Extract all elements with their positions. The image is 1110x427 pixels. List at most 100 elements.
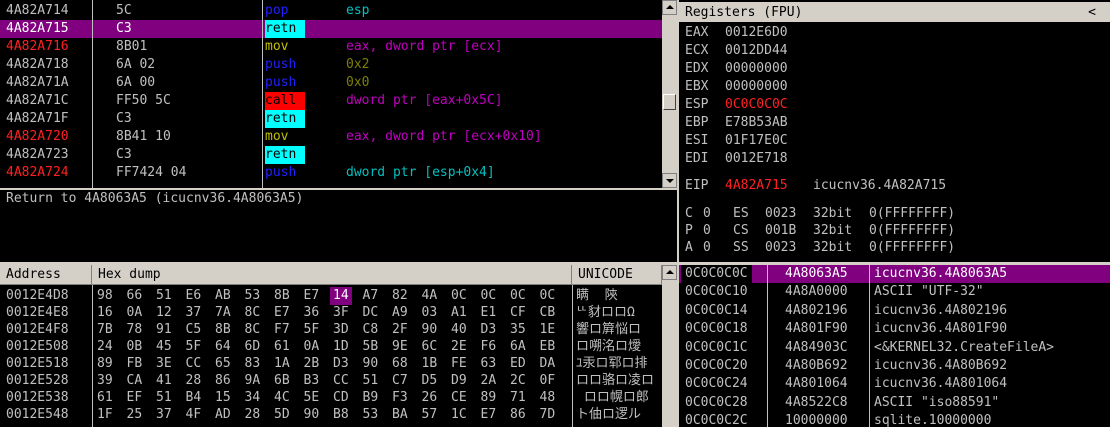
flag-row[interactable]: A 0 SS 0023 32bit 0(FFFFFFFF) xyxy=(685,239,1110,257)
dump-byte[interactable]: 39 xyxy=(97,372,113,390)
dump-byte[interactable]: 34 xyxy=(245,389,261,407)
disasm-row[interactable]: 4A82A714 5C pop esp xyxy=(0,2,662,20)
flag-row[interactable]: C 0 ES 0023 32bit 0(FFFFFFFF) xyxy=(685,205,1110,223)
dump-byte[interactable]: 0B xyxy=(127,338,143,356)
dump-byte[interactable]: A1 xyxy=(451,304,467,322)
dump-byte[interactable]: 26 xyxy=(422,389,438,407)
dump-byte[interactable]: 8B xyxy=(215,321,231,339)
dump-byte[interactable]: 90 xyxy=(304,406,320,424)
eip-register[interactable]: EIP 4A82A715 icucnv36.4A82A715 xyxy=(685,177,1110,195)
stack-row[interactable]: 0C0C0C2C 10000000 sqlite.10000000 xyxy=(679,412,1110,427)
dump-byte[interactable]: 78 xyxy=(127,321,143,339)
scroll-up-button[interactable] xyxy=(662,0,677,15)
dump-byte[interactable]: 0C xyxy=(481,287,497,305)
dump-byte[interactable]: CE xyxy=(451,389,467,407)
dump-byte[interactable]: 4C xyxy=(274,389,290,407)
dump-byte[interactable]: 0C xyxy=(540,287,556,305)
dump-byte[interactable]: 5E xyxy=(304,389,320,407)
dump-byte[interactable]: 25 xyxy=(127,406,143,424)
dump-byte[interactable]: 45 xyxy=(156,338,172,356)
dump-byte[interactable]: 37 xyxy=(186,304,202,322)
dump-byte[interactable]: 8C xyxy=(245,321,261,339)
dump-byte[interactable]: F3 xyxy=(392,389,408,407)
register-edx[interactable]: EDX 00000000 xyxy=(685,60,1110,78)
dump-byte[interactable]: 90 xyxy=(422,321,438,339)
dump-byte[interactable]: 3D xyxy=(333,321,349,339)
dump-byte[interactable]: 48 xyxy=(540,389,556,407)
stack-row[interactable]: 0C0C0C20 4A80B692 icucnv36.4A80B692 xyxy=(679,357,1110,375)
dump-byte[interactable]: 12 xyxy=(156,304,172,322)
dump-byte[interactable]: C7 xyxy=(392,372,408,390)
dump-byte[interactable]: 64 xyxy=(215,338,231,356)
dump-byte[interactable]: 5D xyxy=(274,406,290,424)
dump-byte[interactable]: DA xyxy=(540,355,556,373)
dump-byte[interactable]: 61 xyxy=(274,338,290,356)
dump-byte[interactable]: 68 xyxy=(392,355,408,373)
dump-byte[interactable]: DC xyxy=(363,304,379,322)
header-hex-dump[interactable]: Hex dump xyxy=(92,265,572,285)
dump-byte[interactable]: 63 xyxy=(481,355,497,373)
dump-byte[interactable]: 4A xyxy=(422,287,438,305)
dump-byte[interactable]: 15 xyxy=(215,389,231,407)
dump-byte[interactable]: CC xyxy=(186,355,202,373)
dump-byte[interactable]: 2F xyxy=(392,321,408,339)
dump-byte[interactable]: B3 xyxy=(304,372,320,390)
register-esp[interactable]: ESP 0C0C0C0C xyxy=(685,96,1110,114)
stack-row[interactable]: 0C0C0C18 4A801F90 icucnv36.4A801F90 xyxy=(679,320,1110,338)
dump-row[interactable]: 0012E548 1F 25 37 4F AD 28 5D 90 B8 53 BA 57 1C E7 86 7D… xyxy=(0,406,662,424)
dump-row[interactable]: 0012E518 89 FB 3E CC 65 83 1A 2B D3 90 68 1B FE 63 ED DA… xyxy=(0,355,662,373)
dump-byte[interactable]: 1C xyxy=(451,406,467,424)
dump-byte[interactable]: 53 xyxy=(363,406,379,424)
dump-byte[interactable]: 7B xyxy=(97,321,113,339)
dump-row[interactable]: 0012E508 24 0B 45 5F 64 6D 61 0A 1D 5B 9E 6C 2E F6 6A EB… xyxy=(0,338,662,356)
stack-row[interactable]: 0C0C0C0C 4A8063A5 icucnv36.4A8063A5 xyxy=(679,265,1110,283)
dump-byte[interactable]: 91 xyxy=(156,321,172,339)
dump-byte[interactable]: 03 xyxy=(422,304,438,322)
registers-collapse-button[interactable]: < xyxy=(1088,4,1096,22)
dump-byte[interactable]: 6C xyxy=(422,338,438,356)
register-eax[interactable]: EAX 0012E6D0 xyxy=(685,24,1110,42)
dump-byte[interactable]: CA xyxy=(127,372,143,390)
dump-byte[interactable]: 7D xyxy=(540,406,556,424)
dump-byte[interactable]: 1E xyxy=(540,321,556,339)
stack-row[interactable]: 0C0C0C28 4A8522C8 ASCII "iso88591" xyxy=(679,394,1110,412)
dump-byte[interactable]: 82 xyxy=(392,287,408,305)
dump-byte[interactable]: F6 xyxy=(481,338,497,356)
dump-byte[interactable]: AB xyxy=(215,287,231,305)
dump-row[interactable]: 0012E4E8 16 0A 12 37 7A 8C E7 36 3F DC A9 03 A1 E1 CF CB… xyxy=(0,304,662,322)
dump-byte[interactable]: 66 xyxy=(127,287,143,305)
dump-byte[interactable]: FB xyxy=(127,355,143,373)
header-address[interactable]: Address xyxy=(0,265,92,285)
dump-byte[interactable]: 71 xyxy=(510,389,526,407)
dump-byte[interactable]: E7 xyxy=(274,304,290,322)
disasm-row[interactable]: 4A82A71C FF50 5C call dword ptr [eax+0x5C] xyxy=(0,92,662,110)
dump-byte[interactable]: 53 xyxy=(245,287,261,305)
dump-byte[interactable]: 36 xyxy=(304,304,320,322)
dump-byte[interactable]: D3 xyxy=(481,321,497,339)
dump-byte[interactable]: 1B xyxy=(422,355,438,373)
dump-byte[interactable]: E1 xyxy=(481,304,497,322)
scroll-up-button[interactable] xyxy=(662,265,677,280)
dump-byte[interactable]: 89 xyxy=(97,355,113,373)
dump-byte[interactable]: 16 xyxy=(97,304,113,322)
disasm-row[interactable]: 4A82A716 8B01 mov eax, dword ptr [ecx] xyxy=(0,38,662,56)
dump-byte[interactable]: A9 xyxy=(392,304,408,322)
scroll-down-button[interactable] xyxy=(662,173,677,188)
dump-row[interactable]: 0012E4D8 98 66 51 E6 AB 53 8B E7 14 A7 82 4A 0C 0C 0C 0C… xyxy=(0,287,662,305)
dump-row[interactable]: 0012E528 39 CA 41 28 86 9A 6B B3 CC 51 C7 D5 D9 2A 2C 0F… xyxy=(0,372,662,390)
dump-byte[interactable]: 8C xyxy=(245,304,261,322)
stack-row[interactable]: 0C0C0C10 4A8A0000 ASCII "UTF-32" xyxy=(679,283,1110,301)
dump-byte[interactable]: 5B xyxy=(363,338,379,356)
dump-byte[interactable]: 9A xyxy=(245,372,261,390)
dump-byte[interactable]: AD xyxy=(215,406,231,424)
dump-byte[interactable]: 7A xyxy=(215,304,231,322)
dump-row[interactable]: 0012E538 61 EF 51 B4 15 34 4C 5E CD B9 F3 26 CE 89 71 48… xyxy=(0,389,662,407)
dump-byte[interactable]: 0C xyxy=(510,287,526,305)
disasm-row[interactable]: 4A82A71F C3 retn xyxy=(0,110,662,128)
dump-byte[interactable]: 1D xyxy=(333,338,349,356)
dump-byte[interactable]: B8 xyxy=(333,406,349,424)
dump-byte[interactable]: 90 xyxy=(363,355,379,373)
dump-byte[interactable]: 8B xyxy=(274,287,290,305)
dump-byte[interactable]: C8 xyxy=(363,321,379,339)
dump-byte[interactable]: 86 xyxy=(510,406,526,424)
